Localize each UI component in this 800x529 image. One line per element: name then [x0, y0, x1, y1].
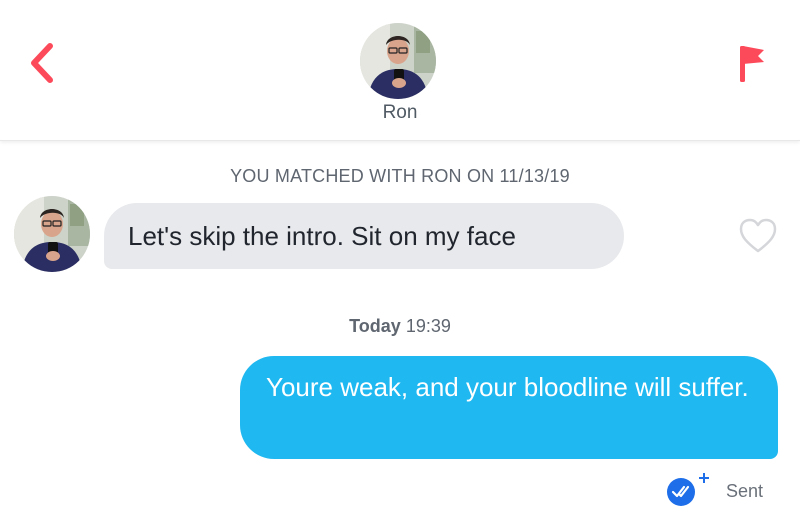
match-avatar[interactable] — [360, 23, 436, 99]
message-status: Sent — [726, 481, 764, 501]
message-timestamp: Today 19:39 — [0, 316, 800, 337]
match-name: Ron — [382, 102, 418, 123]
report-flag-icon — [740, 46, 764, 82]
chevron-left-icon — [31, 43, 53, 83]
report-button[interactable] — [728, 38, 772, 88]
incoming-message[interactable]: Let's skip the intro. Sit on my face — [104, 203, 624, 269]
outgoing-message[interactable]: Youre weak, and your bloodline will suff… — [240, 356, 778, 459]
like-message-button[interactable] — [738, 217, 778, 255]
read-receipt-check-icon — [667, 473, 709, 506]
profile-photo — [360, 23, 436, 99]
timestamp-time: 19:39 — [405, 316, 451, 336]
chat-header: Ron — [0, 0, 800, 141]
heart-outline-icon — [739, 218, 777, 253]
chat-screen: Ron YOU MATCHED WITH RON ON 11/13/19 Let… — [0, 0, 800, 529]
timestamp-day: Today — [349, 316, 401, 336]
sender-avatar[interactable] — [14, 196, 90, 272]
match-date-notice: YOU MATCHED WITH RON ON 11/13/19 — [230, 166, 570, 186]
back-button[interactable] — [22, 38, 66, 88]
profile-photo — [14, 196, 90, 272]
read-receipt-button[interactable] — [664, 470, 714, 510]
